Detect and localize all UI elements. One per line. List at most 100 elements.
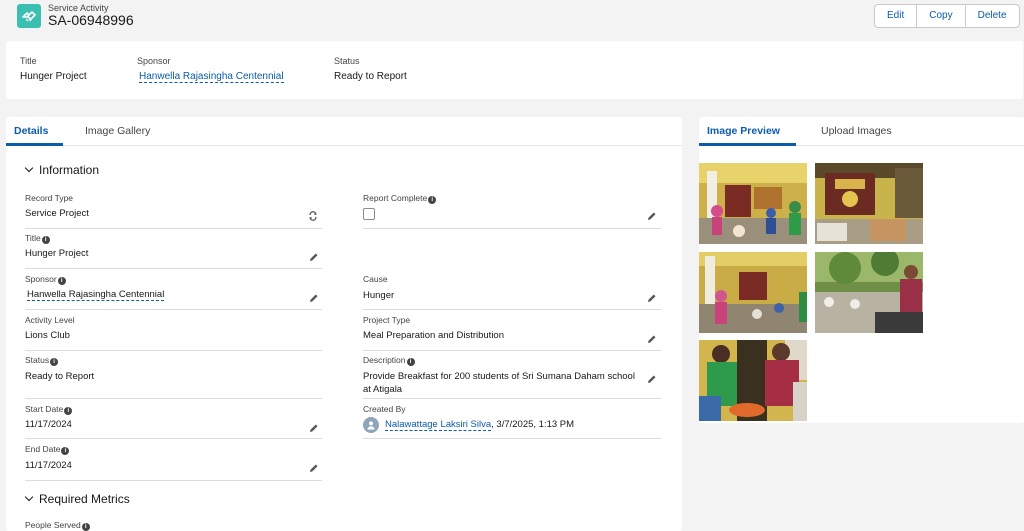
info-icon[interactable]: i	[41, 236, 50, 244]
user-avatar-icon	[363, 417, 379, 433]
record-type-label: Record Type	[25, 193, 74, 203]
end-date-label: End Date i	[25, 444, 70, 455]
info-icon[interactable]: i	[81, 523, 90, 531]
edit-pencil-icon[interactable]	[309, 293, 319, 303]
info-icon[interactable]: i	[428, 196, 437, 204]
edit-pencil-icon[interactable]	[647, 293, 657, 303]
change-record-type-icon[interactable]	[308, 211, 318, 221]
service-activity-icon	[17, 4, 41, 28]
delete-button[interactable]: Delete	[966, 5, 1019, 27]
gallery-image[interactable]	[815, 252, 923, 333]
divider	[363, 438, 661, 439]
section-information[interactable]: Information	[24, 163, 99, 177]
divider	[25, 350, 322, 351]
cause-value: Hunger	[363, 290, 395, 301]
divider	[363, 228, 661, 229]
created-by-value: Nalawattage Laksiri Silva, 3/7/2025, 1:1…	[385, 419, 575, 431]
divider	[363, 398, 661, 399]
highlight-status-label: Status	[334, 56, 360, 66]
image-preview-panel: Image Preview Upload Images	[699, 117, 1024, 423]
report-complete-label: Report Complete i	[363, 193, 437, 204]
sponsor-label-text: Sponsor	[25, 274, 57, 284]
report-complete-label-text: Report Complete	[363, 193, 428, 203]
highlight-title-value: Hunger Project	[20, 71, 87, 82]
description-value: Provide Breakfast for 200 students of Sr…	[363, 371, 635, 395]
record-type-value: Service Project	[25, 208, 89, 219]
details-tabset: Details Image Gallery	[6, 117, 682, 146]
tab-details[interactable]: Details	[14, 125, 48, 137]
highlight-status-value: Ready to Report	[334, 71, 407, 82]
description-label: Description i	[363, 355, 415, 366]
record-name: SA-06948996	[48, 12, 134, 28]
divider	[25, 398, 322, 399]
activity-level-label: Activity Level	[25, 315, 75, 325]
divider	[363, 350, 661, 351]
created-by-date: , 3/7/2025, 1:13 PM	[491, 419, 575, 430]
tab-image-gallery[interactable]: Image Gallery	[85, 125, 150, 137]
status-value: Ready to Report	[25, 371, 95, 382]
highlight-title-label: Title	[20, 56, 37, 66]
created-by-user-link[interactable]: Nalawattage Laksiri Silva	[385, 419, 492, 431]
edit-pencil-icon[interactable]	[309, 423, 319, 433]
project-type-value: Meal Preparation and Distribution	[363, 330, 504, 341]
gallery-image[interactable]	[815, 163, 923, 244]
sponsor-label: Sponsor i	[25, 274, 66, 285]
info-icon[interactable]: i	[50, 358, 59, 366]
sponsor-link[interactable]: Hanwella Rajasingha Centennial	[27, 289, 165, 301]
info-icon[interactable]: i	[64, 407, 73, 415]
divider	[25, 228, 322, 229]
highlight-sponsor-label: Sponsor	[137, 56, 171, 66]
activity-level-value: Lions Club	[25, 330, 70, 341]
divider	[25, 268, 322, 269]
status-label: Status i	[25, 355, 59, 366]
description-label-text: Description	[363, 355, 406, 365]
action-button-group: Edit Copy Delete	[874, 4, 1020, 28]
info-icon[interactable]: i	[61, 447, 70, 455]
start-date-value: 11/17/2024	[25, 419, 72, 430]
edit-button[interactable]: Edit	[875, 5, 918, 27]
people-served-label: People Served i	[25, 520, 90, 531]
end-date-label-text: End Date	[25, 444, 61, 454]
people-served-label-text: People Served	[25, 520, 81, 530]
section-required-metrics-title: Required Metrics	[39, 492, 130, 506]
start-date-label: Start Date i	[25, 404, 73, 415]
edit-pencil-icon[interactable]	[309, 252, 319, 262]
title-label-text: Title	[25, 233, 41, 243]
end-date-value: 11/17/2024	[25, 460, 72, 471]
divider	[25, 438, 322, 439]
section-required-metrics[interactable]: Required Metrics	[24, 492, 130, 506]
chevron-down-icon	[24, 163, 34, 173]
gallery-image[interactable]	[699, 252, 807, 333]
info-icon[interactable]: i	[406, 358, 415, 366]
start-date-label-text: Start Date	[25, 404, 64, 414]
cause-label: Cause	[363, 274, 388, 284]
edit-pencil-icon[interactable]	[309, 463, 319, 473]
project-type-label: Project Type	[363, 315, 411, 325]
edit-pencil-icon[interactable]	[647, 211, 657, 221]
chevron-down-icon	[24, 492, 34, 502]
gallery-image[interactable]	[699, 163, 807, 244]
created-by-label: Created By	[363, 404, 406, 414]
tab-upload-images[interactable]: Upload Images	[821, 125, 892, 137]
edit-pencil-icon[interactable]	[647, 374, 657, 384]
highlight-sponsor-link[interactable]: Hanwella Rajasingha Centennial	[139, 71, 284, 83]
divider	[363, 309, 661, 310]
divider	[25, 480, 322, 481]
title-label: Title i	[25, 233, 50, 244]
copy-button[interactable]: Copy	[917, 5, 966, 27]
divider	[25, 309, 322, 310]
title-value: Hunger Project	[25, 248, 89, 259]
highlights-panel: Title Hunger Project Sponsor Hanwella Ra…	[6, 41, 1023, 99]
status-label-text: Status	[25, 355, 50, 365]
gallery-image[interactable]	[699, 340, 807, 421]
record-header: Service Activity SA-06948996 Edit Copy D…	[0, 0, 1024, 40]
image-tabset: Image Preview Upload Images	[699, 117, 1024, 146]
info-icon[interactable]: i	[57, 277, 66, 285]
report-complete-checkbox[interactable]	[363, 208, 375, 220]
active-tab-indicator	[6, 143, 63, 146]
tab-image-preview[interactable]: Image Preview	[707, 125, 780, 137]
active-tab-indicator	[699, 143, 796, 146]
details-panel: Details Image Gallery Information Record…	[6, 117, 682, 531]
edit-pencil-icon[interactable]	[647, 334, 657, 344]
section-information-title: Information	[39, 163, 100, 177]
